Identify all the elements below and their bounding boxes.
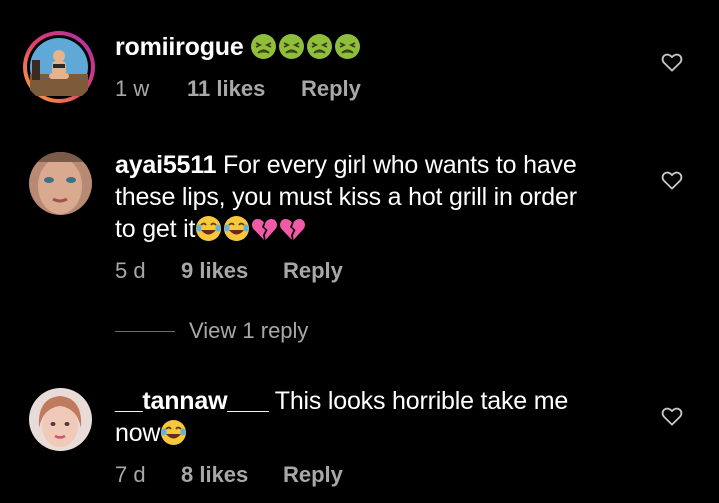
divider-line	[115, 330, 175, 332]
comment-body-line: now	[115, 419, 161, 447]
avatar[interactable]	[29, 152, 92, 215]
comment-time: 5 d	[115, 258, 146, 283]
comment-meta: 5 d 9 likes Reply	[115, 258, 343, 284]
comment-username[interactable]: romiirogue	[115, 33, 244, 61]
heart-icon[interactable]	[661, 406, 683, 426]
emoji-group	[250, 33, 362, 61]
heart-icon[interactable]	[661, 170, 683, 190]
nauseated-face-emoji	[335, 34, 361, 59]
nauseated-face-emoji	[279, 34, 305, 59]
comment-body-line: This looks horrible take me	[274, 387, 569, 415]
avatar[interactable]	[22, 30, 96, 104]
view-replies-label: View 1 reply	[189, 318, 309, 343]
broken-heart-emoji	[280, 218, 306, 240]
comment-time: 7 d	[115, 462, 146, 487]
comment-meta: 1 w 11 likes Reply	[115, 76, 361, 102]
reply-button[interactable]: Reply	[283, 258, 343, 284]
view-replies-button[interactable]: View 1 reply	[115, 318, 308, 344]
heart-icon[interactable]	[661, 52, 683, 72]
likes-count[interactable]: 8 likes	[181, 462, 283, 488]
comment-username[interactable]: ayai5511	[115, 151, 216, 179]
tears-of-joy-emoji	[224, 216, 250, 241]
reply-button[interactable]: Reply	[283, 462, 343, 488]
comment-time: 1 w	[115, 76, 150, 101]
comment-romiirogue: romiirogue 1 w 11 likes Reply	[0, 0, 719, 120]
nauseated-face-emoji	[307, 34, 333, 59]
comment-text: romiirogue	[115, 31, 362, 63]
likes-count[interactable]: 11 likes	[187, 76, 301, 102]
comment-body-line: to get it	[115, 215, 196, 243]
avatar[interactable]	[29, 388, 92, 451]
tears-of-joy-emoji	[161, 420, 187, 445]
likes-count[interactable]: 9 likes	[181, 258, 283, 284]
broken-heart-emoji	[252, 218, 278, 240]
comment-username[interactable]: __tannaw___	[115, 387, 269, 415]
tears-of-joy-emoji	[196, 216, 222, 241]
comment-body-line: For every girl who wants to have	[223, 151, 577, 179]
comment-text: __tannaw___ This looks horrible take me …	[115, 385, 655, 449]
reply-button[interactable]: Reply	[301, 76, 361, 102]
comment-meta: 7 d 8 likes Reply	[115, 462, 343, 488]
comment-text: ayai5511 For every girl who wants to hav…	[115, 149, 655, 245]
nauseated-face-emoji	[251, 34, 277, 59]
comment-body-line: these lips, you must kiss a hot grill in…	[115, 183, 577, 211]
